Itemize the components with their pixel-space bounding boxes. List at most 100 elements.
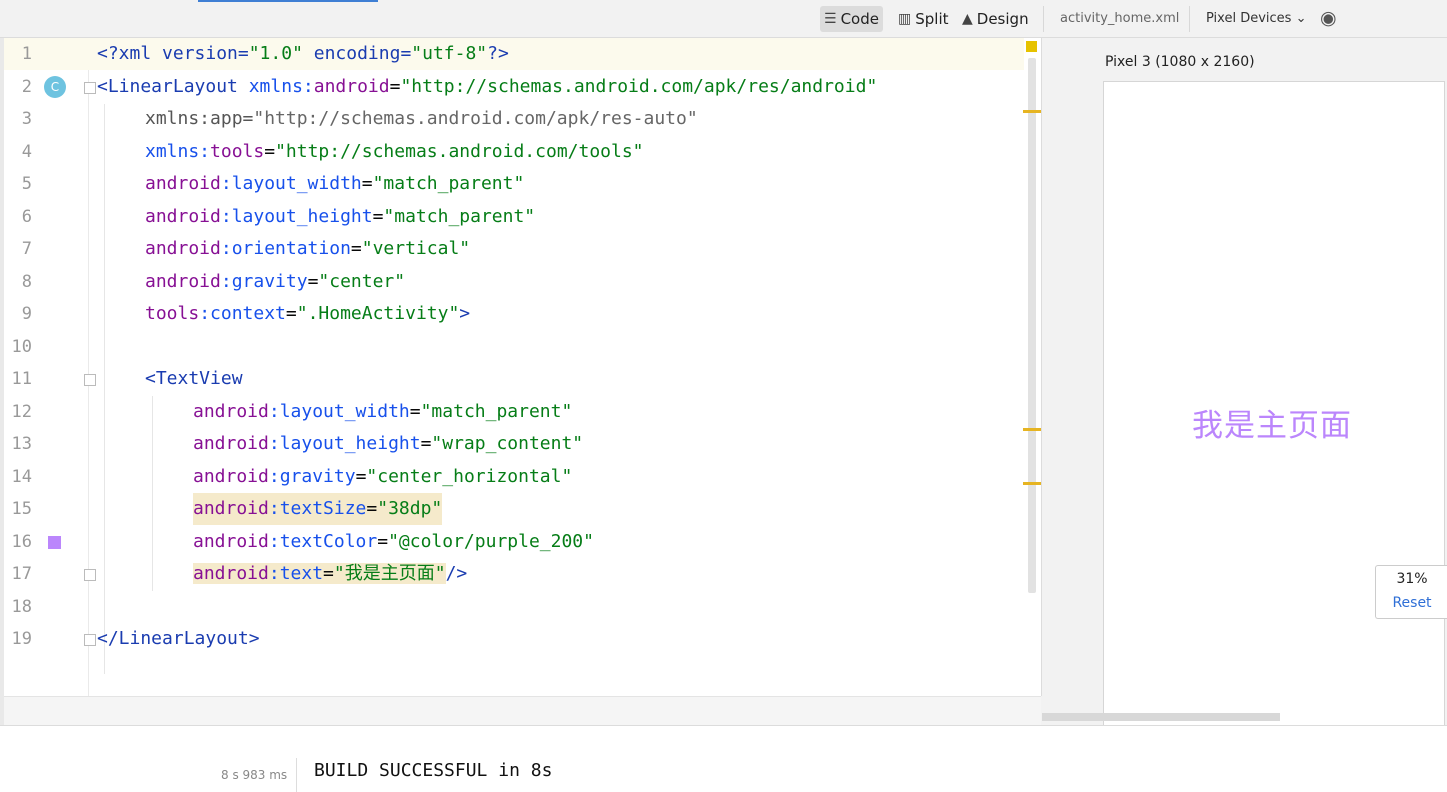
class-gutter-icon[interactable]: C — [44, 76, 66, 98]
line-number: 3 — [21, 109, 32, 129]
code-token: <?xml version= — [97, 43, 249, 64]
build-duration: 8 s 983 ms — [221, 768, 288, 782]
device-dropdown[interactable]: Pixel Devices ⌄ — [1206, 11, 1306, 26]
code-token: "match_parent" — [420, 401, 573, 422]
device-dropdown-label: Pixel Devices — [1206, 11, 1292, 26]
code-text: <TextView — [145, 363, 243, 395]
code-token: = — [264, 141, 276, 162]
design-mode-button[interactable]: ▲ Design — [958, 6, 1033, 32]
code-token: android — [193, 498, 269, 519]
build-divider — [296, 758, 297, 792]
split-mode-button[interactable]: ▥ Split — [894, 6, 953, 32]
line-number: 10 — [11, 337, 32, 357]
code-token: = — [377, 531, 389, 552]
code-token: android — [145, 271, 221, 292]
code-token: "match_parent" — [372, 173, 525, 194]
code-token: android — [145, 238, 221, 259]
code-token: :layout_height — [220, 206, 373, 227]
editor-vertical-scrollbar[interactable] — [1028, 58, 1036, 593]
line-number: 17 — [11, 564, 32, 584]
code-token: android — [193, 433, 269, 454]
editor-toolbar: ☰ Code ▥ Split ▲ Design activity_home.xm… — [0, 0, 1447, 38]
line-number: 11 — [11, 369, 32, 389]
line-number: 6 — [21, 207, 32, 227]
code-line: 7 android:orientation="vertical" — [4, 233, 1041, 265]
color-swatch-icon[interactable] — [48, 536, 61, 549]
code-text: android:textColor="@color/purple_200" — [193, 526, 594, 558]
code-text: android:gravity="center_horizontal" — [193, 461, 572, 493]
code-token: = — [350, 238, 362, 259]
code-token: android — [145, 206, 221, 227]
code-token: :context — [199, 303, 286, 324]
code-token: xmlns: — [145, 141, 211, 162]
code-editor[interactable]: 1 <?xml version="1.0" encoding="utf-8"?>… — [4, 38, 1042, 696]
code-token: android — [313, 76, 390, 97]
device-screen[interactable]: 我是主页面 — [1103, 81, 1445, 728]
code-token: /> — [445, 563, 468, 584]
toolbar-divider — [1043, 6, 1044, 32]
code-line: 9 tools:context=".HomeActivity"> — [4, 298, 1041, 330]
split-icon: ▥ — [898, 11, 912, 27]
warning-marker[interactable] — [1023, 428, 1041, 431]
code-token: "1.0" — [248, 43, 303, 64]
line-number: 7 — [21, 239, 32, 259]
warning-marker[interactable] — [1023, 482, 1041, 485]
code-line: 19 </LinearLayout> — [4, 623, 1041, 655]
code-text: android:layout_height="match_parent" — [145, 201, 535, 233]
code-text: android:text="我是主页面"/> — [193, 558, 467, 590]
eye-icon[interactable]: ◉ — [1320, 7, 1337, 29]
code-token: ".HomeActivity" — [296, 303, 460, 324]
code-line: 6 android:layout_height="match_parent" — [4, 201, 1041, 233]
code-text: android:layout_width="match_parent" — [193, 396, 572, 428]
zoom-reset-link[interactable]: Reset — [1376, 595, 1447, 611]
code-text: xmlns:tools="http://schemas.android.com/… — [145, 136, 644, 168]
code-token: "center" — [318, 271, 406, 292]
line-number: 14 — [11, 467, 32, 487]
code-token: = — [361, 173, 373, 194]
code-token: "http://schemas.android.com/apk/res-auto… — [253, 108, 698, 129]
code-token: </LinearLayout> — [97, 628, 260, 649]
code-token: <LinearLayout — [97, 76, 249, 97]
build-output-panel: 8 s 983 ms BUILD SUCCESSFUL in 8s — [0, 725, 1447, 792]
code-line: 4 xmlns:tools="http://schemas.android.co… — [4, 136, 1041, 168]
code-token: xmlns: — [248, 76, 314, 97]
code-token: :orientation — [220, 238, 351, 259]
code-token: "@color/purple_200" — [388, 531, 594, 552]
code-token: <TextView — [145, 368, 243, 389]
code-token: :textColor — [268, 531, 378, 552]
preview-horizontal-scrollbar[interactable] — [1042, 713, 1280, 721]
code-token: "wrap_content" — [431, 433, 584, 454]
code-token: xmlns:app= — [145, 108, 254, 129]
code-text-highlighted: android:textSize="38dp" — [193, 493, 443, 525]
code-text: tools:context=".HomeActivity"> — [145, 298, 470, 330]
fold-toggle-icon[interactable] — [84, 569, 96, 581]
code-token: "vertical" — [361, 238, 471, 259]
chevron-down-icon: ⌄ — [1295, 11, 1307, 26]
fold-toggle-icon[interactable] — [84, 82, 96, 94]
zoom-control: 31% Reset — [1375, 565, 1447, 619]
code-line: 18 — [4, 591, 1041, 623]
line-number: 4 — [21, 142, 32, 162]
warning-marker[interactable] — [1023, 110, 1041, 113]
toolbar-divider — [1189, 6, 1190, 32]
code-text: android:layout_width="match_parent" — [145, 168, 524, 200]
code-token: ?> — [487, 43, 509, 64]
code-token: :textSize — [268, 498, 367, 519]
code-token: = — [366, 498, 378, 519]
status-marker[interactable] — [1026, 41, 1037, 52]
code-mode-button[interactable]: ☰ Code — [820, 6, 883, 32]
code-token: "match_parent" — [383, 206, 536, 227]
code-token: :gravity — [220, 271, 308, 292]
line-number: 2 — [21, 77, 32, 97]
code-token: android — [193, 466, 269, 487]
code-token: :text — [268, 563, 324, 584]
code-token: = — [307, 271, 319, 292]
line-number: 8 — [21, 272, 32, 292]
code-token: = — [409, 401, 421, 422]
code-line: 11 <TextView — [4, 363, 1041, 395]
line-number: 5 — [21, 174, 32, 194]
fold-toggle-icon[interactable] — [84, 374, 96, 386]
fold-toggle-icon[interactable] — [84, 634, 96, 646]
code-line: 5 android:layout_width="match_parent" — [4, 168, 1041, 200]
code-token: = — [355, 466, 367, 487]
